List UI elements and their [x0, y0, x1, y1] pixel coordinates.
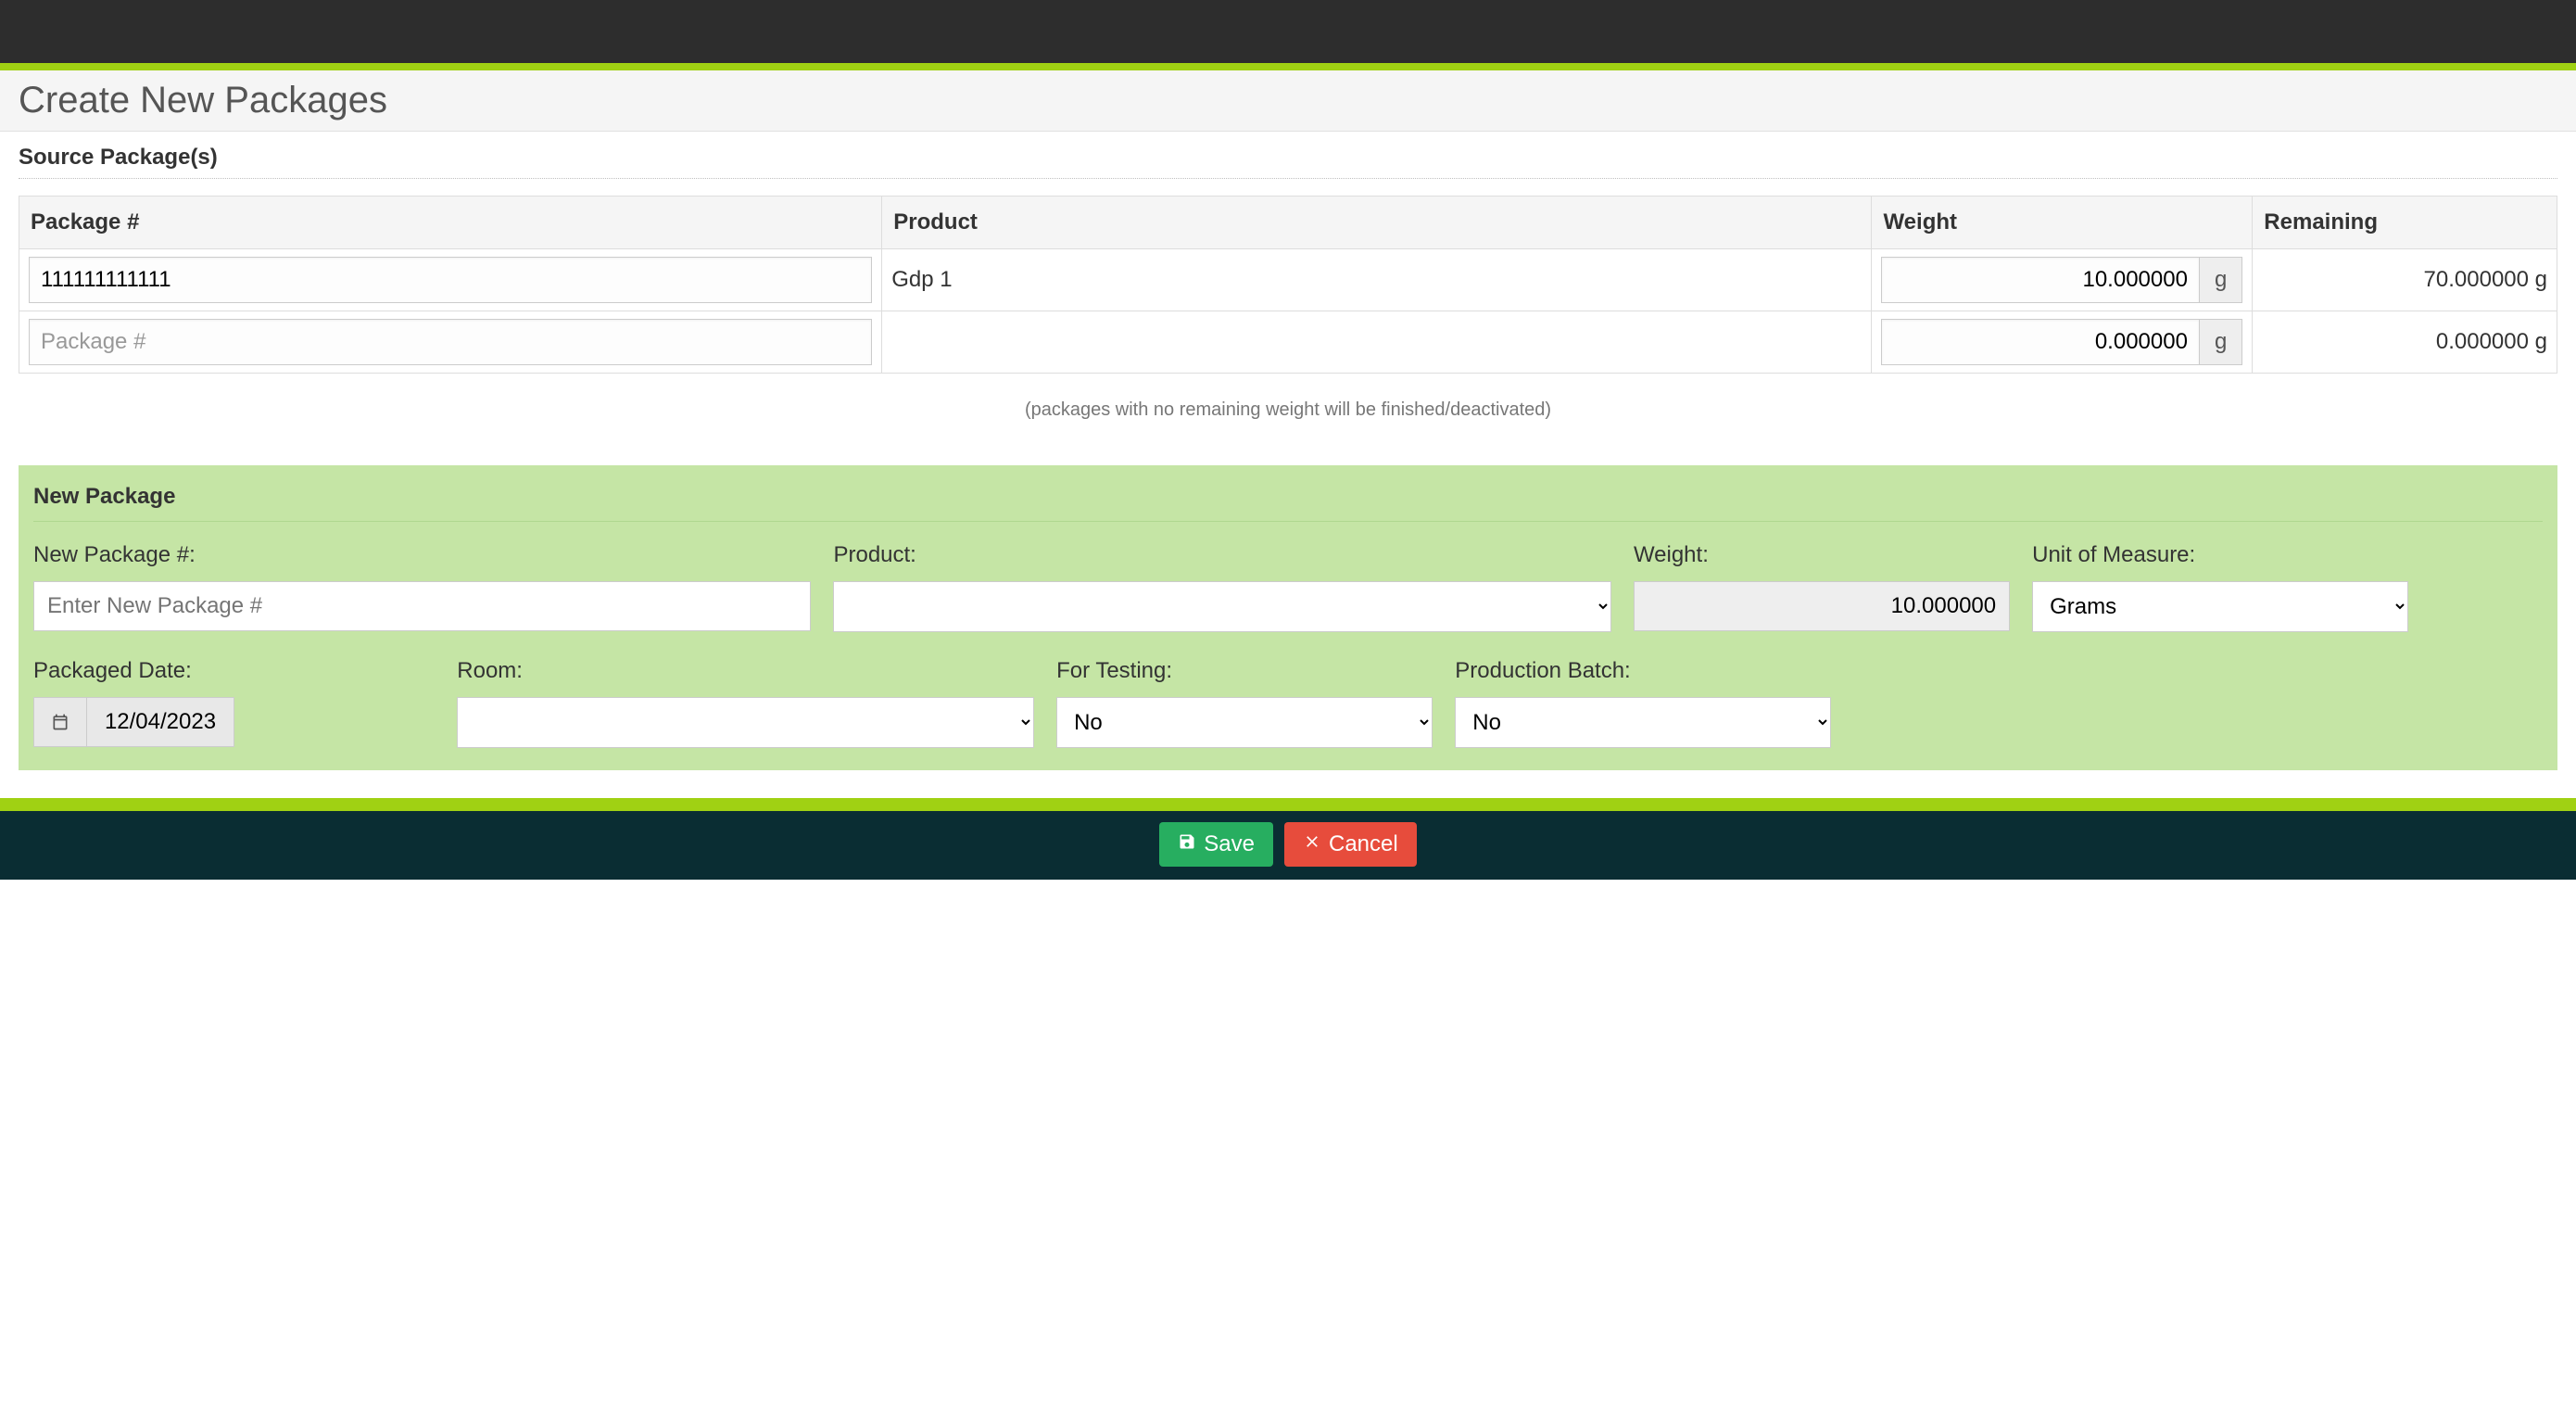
for-testing-select[interactable]: No [1056, 697, 1433, 748]
product-cell: Gdp 1 [882, 249, 1872, 311]
for-testing-label: For Testing: [1056, 658, 1433, 684]
weight-label: Weight: [1634, 542, 2010, 568]
table-row: Gdp 1 g 70.000000 g [19, 249, 2557, 311]
hint-text: (packages with no remaining weight will … [19, 399, 2557, 421]
new-package-heading: New Package [33, 484, 2543, 510]
production-batch-select[interactable]: No [1455, 697, 1831, 748]
action-bar: Save Cancel [0, 811, 2576, 880]
col-product: Product [882, 197, 1872, 249]
calendar-icon[interactable] [33, 697, 86, 747]
room-label: Room: [457, 658, 1034, 684]
table-row: g 0.000000 g [19, 311, 2557, 374]
unit-label: Unit of Measure: [2032, 542, 2408, 568]
col-remaining: Remaining [2253, 197, 2557, 249]
panel-divider [33, 521, 2543, 522]
page-title: Create New Packages [19, 80, 2557, 121]
cancel-button[interactable]: Cancel [1284, 822, 1417, 867]
packaged-date-label: Packaged Date: [33, 658, 435, 684]
packaged-date-input[interactable] [86, 697, 234, 747]
room-select[interactable] [457, 697, 1034, 748]
cancel-button-label: Cancel [1329, 831, 1398, 857]
production-batch-label: Production Batch: [1455, 658, 1831, 684]
bottom-accent-line [0, 798, 2576, 811]
remaining-cell: 0.000000 g [2253, 311, 2557, 374]
new-weight-input[interactable] [1634, 581, 2010, 631]
close-icon [1303, 831, 1321, 857]
product-select[interactable] [833, 581, 1610, 632]
source-packages-heading: Source Package(s) [19, 145, 2557, 171]
new-package-number-label: New Package #: [33, 542, 811, 568]
product-label: Product: [833, 542, 1610, 568]
weight-input[interactable] [1881, 319, 2199, 365]
divider [19, 178, 2557, 179]
weight-input[interactable] [1881, 257, 2199, 303]
package-number-input[interactable] [29, 257, 872, 303]
accent-line [0, 63, 2576, 70]
unit-select[interactable]: Grams [2032, 581, 2408, 632]
weight-unit-label: g [2200, 257, 2242, 303]
new-package-number-input[interactable] [33, 581, 811, 631]
package-number-input[interactable] [29, 319, 872, 365]
col-package: Package # [19, 197, 882, 249]
col-weight: Weight [1872, 197, 2253, 249]
page-header: Create New Packages [0, 70, 2576, 132]
weight-unit-label: g [2200, 319, 2242, 365]
save-button-label: Save [1204, 831, 1255, 857]
top-bar [0, 0, 2576, 63]
save-button[interactable]: Save [1159, 822, 1273, 867]
save-icon [1178, 831, 1196, 857]
new-package-panel: New Package New Package #: Product: Weig… [19, 465, 2557, 770]
source-packages-table: Package # Product Weight Remaining Gdp 1… [19, 196, 2557, 374]
product-cell [882, 311, 1872, 374]
remaining-cell: 70.000000 g [2253, 249, 2557, 311]
